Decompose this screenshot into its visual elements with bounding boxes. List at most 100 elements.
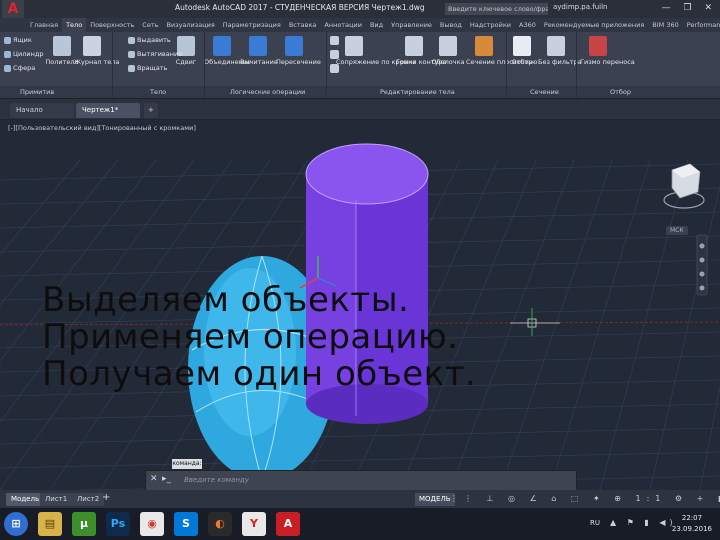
title-bar: A Autodesk AutoCAD 2017 - СТУДЕНЧЕСКАЯ В… [0,0,720,18]
yandex-icon[interactable]: Y [242,512,266,536]
ribbon-panel-label[interactable]: Логические операции [230,88,305,96]
ribbon-tab[interactable]: Параметризация [219,18,285,32]
ribbon-tool-small[interactable]: Цилиндр [4,50,44,58]
photoshop-icon[interactable]: Ps [106,512,130,536]
utorrent-icon[interactable]: µ [72,512,96,536]
ribbon-tool-icon [83,36,101,56]
ribbon-tool-icon [475,36,493,56]
user-account[interactable]: aydimp.pa.fuiln [553,3,608,11]
ribbon-quick-icon[interactable] [330,50,339,59]
ribbon-tool-button[interactable]: Журнал тела [74,36,119,66]
model-space-toggle[interactable]: МОДЕЛЬ [415,493,455,506]
ribbon-tool-icon [439,36,457,56]
ribbon-tab[interactable]: Сеть [138,18,162,32]
ribbon-tools: Ящик Цилиндр Сфера Полителo Журнал тела Сдвиг… [0,32,720,86]
start-icon[interactable]: ⊞ [4,512,28,536]
primitive-icon [4,36,11,44]
status-toolbar-icons[interactable]: ⋮⋮ ⊥ ◎ ∠ ⌂ ⬚ ✦ ⊕ 1:1 ⚙ + ◧ ≡ [450,494,720,503]
ribbon-tool-button[interactable]: Пересечение [276,36,321,66]
layout-tab[interactable]: Лист1 [40,493,73,506]
skype-icon[interactable]: S [174,512,198,536]
ribbon-quick-icon[interactable] [330,64,339,73]
ribbon-tab[interactable]: Вид [366,18,387,32]
ribbon-tool-button[interactable]: Без фильтра [538,36,582,66]
taskbar-clock[interactable]: 22:07 23.09.2016 [672,513,712,535]
ribbon-tool-button[interactable]: Грани контура [396,36,447,66]
ribbon-tab[interactable]: Главная [26,18,62,32]
ribbon-tab[interactable]: Поверхность [86,18,138,32]
ribbon-tool-label: Выдавить [137,36,171,44]
windows-taskbar: ⊞ ▤ µ Ps ◉ S ◐ Y A RU ▲ ⚑ ▮ ◀) 22:07 23.09.2016 [0,508,720,540]
ribbon-tab[interactable]: Рекомендуемые приложения [540,18,648,32]
search-input[interactable]: Введите ключевое слово/фразу [445,3,548,15]
autocad-icon[interactable]: A [276,512,300,536]
ribbon: Ящик Цилиндр Сфера Полителo Журнал тела Сдвиг… [0,32,720,99]
explorer-icon[interactable]: ▤ [38,512,62,536]
ribbon-tool-icon [285,36,303,56]
ucs-menu[interactable]: МСК [666,226,688,235]
ribbon-quick-icon[interactable] [330,36,339,45]
viewcube[interactable] [663,163,705,209]
layout-tab[interactable]: Лист2 [72,493,105,506]
system-tray-icons[interactable]: ▲ ⚑ ▮ ◀) [610,518,677,527]
command-line[interactable]: ✕ ▸_ Введите команду [145,470,577,492]
app-menu-button[interactable]: A [2,0,24,18]
ribbon-tab[interactable]: Тело [62,18,87,32]
ribbon-tool-small[interactable]: Вытягивание [128,50,182,58]
ribbon-tool-button[interactable]: Вычитание [240,36,278,66]
viewport-controls-label[interactable]: [-][Пользовательский вид][Тонированный с… [8,124,196,132]
primitive-icon [4,50,11,58]
ribbon-tool-label: Ящик [13,36,32,44]
language-indicator[interactable]: RU [590,519,600,527]
overlay-line-1: Выделяем объекты. [42,280,410,320]
ribbon-tab[interactable]: Управление [387,18,436,32]
ribbon-tab[interactable]: Визуализация [162,18,218,32]
layout-tab[interactable]: Модель [6,493,45,506]
ribbon-tool-button[interactable]: Сопряжение по кромке [336,36,417,66]
ribbon-tool-button[interactable]: Сечение плоскостью [466,36,538,66]
ribbon-tool-small[interactable]: Сфера [4,64,35,72]
ribbon-tool-button[interactable]: Оболочка [430,36,466,66]
ribbon-tool-small[interactable]: Ящик [4,36,32,44]
ribbon-panel-label[interactable]: Примитив [20,88,54,96]
ribbon-panel-divider [506,32,507,98]
new-document-tab-button[interactable]: + [144,103,158,118]
chrome-icon[interactable]: ◉ [140,512,164,536]
document-tab[interactable]: Начало [10,103,74,118]
slide-overlay-text: Выделяем объекты. Применяем операцию. По… [42,282,662,393]
ribbon-tab[interactable]: A360 [515,18,540,32]
ribbon-tool-label: Сечение плоскостью [466,58,538,66]
command-input[interactable]: Введите команду [184,476,249,484]
blender-icon[interactable]: ◐ [208,512,232,536]
ribbon-tool-icon [249,36,267,56]
ribbon-tab[interactable]: Вывод [436,18,466,32]
ribbon-tool-label: Сопряжение по кромке [336,58,417,66]
ribbon-panel-label[interactable]: Отбор [610,88,631,96]
ribbon-tool-button[interactable]: Объединение [204,36,251,66]
ribbon-panel-label[interactable]: Сечение [530,88,559,96]
grid-line [0,451,720,469]
ribbon-tool-button[interactable]: Гизмо переноса [580,36,635,66]
ribbon-panel-labels: Примитив Тело Логические операции Редактиро… [0,86,720,98]
ribbon-tool-label: Оболочка [431,58,465,66]
ribbon-tab[interactable]: Performance [683,18,720,32]
close-icon[interactable]: ✕ [150,474,158,484]
ribbon-tool-small[interactable]: Вращать [128,64,167,72]
ribbon-panel-label[interactable]: Тело [150,88,166,96]
ribbon-panel-label[interactable]: Редактирование тела [380,88,455,96]
ribbon-tool-small[interactable]: Выдавить [128,36,171,44]
ribbon-tab[interactable]: Вставка [285,18,321,32]
window-controls[interactable]: — ❐ ✕ [662,3,717,13]
ribbon-tab[interactable]: Надстройки [466,18,515,32]
status-bar: Модель Лист1 Лист2 + МОДЕЛЬ ⋮⋮ ⊥ ◎ ∠ ⌂ ⬚ ✦ … [0,490,720,508]
solid-edit-icon [128,64,135,72]
navigation-bar[interactable] [696,234,708,296]
ribbon-tool-button[interactable]: Отбор [504,36,540,66]
ribbon-tool-label: Цилиндр [13,50,44,58]
document-tab[interactable]: Чертеж1* [76,103,140,118]
overlay-line-2: Применяем операцию. [42,317,459,357]
ribbon-tab[interactable]: BIM 360 [648,18,682,32]
ribbon-tab[interactable]: Аннотации [320,18,366,32]
new-layout-tab-button[interactable]: + [102,492,110,503]
drawing-viewport[interactable]: [-][Пользовательский вид][Тонированный с… [0,120,720,490]
